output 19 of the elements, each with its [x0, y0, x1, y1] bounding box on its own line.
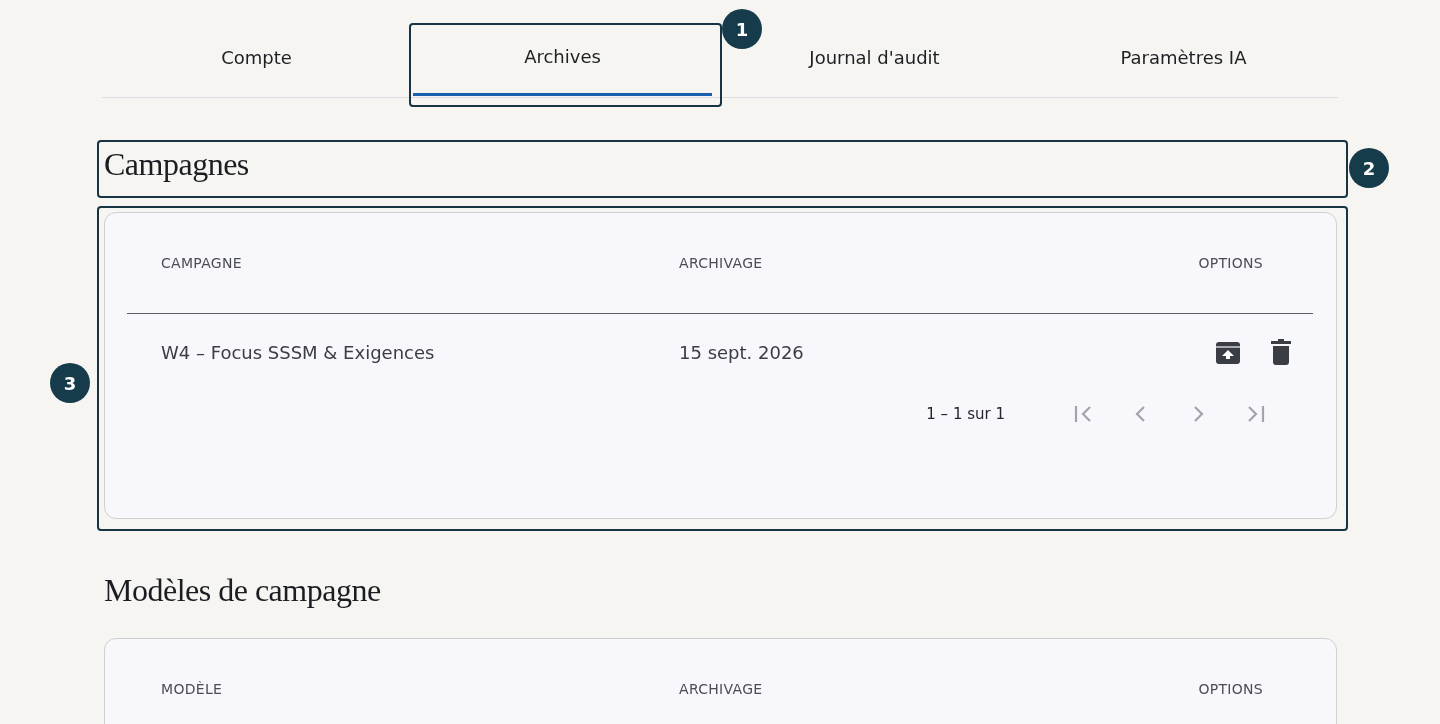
column-header: MODÈLE: [160, 681, 224, 697]
table-cell-text: W4 – Focus SSSM & Exigences: [160, 341, 436, 363]
page-range: 1 – 1 sur 1: [926, 405, 1005, 423]
table-cell-text: 15 sept. 2026: [678, 341, 805, 363]
trash-icon[interactable]: [1271, 339, 1291, 365]
archive-upload-icon[interactable]: [1215, 339, 1241, 365]
tab[interactable]: Paramètres IA: [1035, 0, 1332, 97]
column-header: OPTIONS: [1197, 681, 1264, 697]
section-heading: Modèles de campagne: [103, 571, 381, 609]
callout-badge: 3: [50, 363, 90, 403]
tab[interactable]: Archives: [413, 0, 712, 96]
column-header: ARCHIVAGE: [678, 255, 764, 271]
column-header: ARCHIVAGE: [678, 681, 764, 697]
column-header: OPTIONS: [1197, 255, 1264, 271]
tab[interactable]: Compte: [108, 0, 405, 97]
callout-badge: 1: [722, 9, 762, 49]
callout-badge: 2: [1349, 148, 1389, 188]
section-heading: Campagnes: [103, 145, 249, 183]
column-header: CAMPAGNE: [160, 255, 243, 271]
